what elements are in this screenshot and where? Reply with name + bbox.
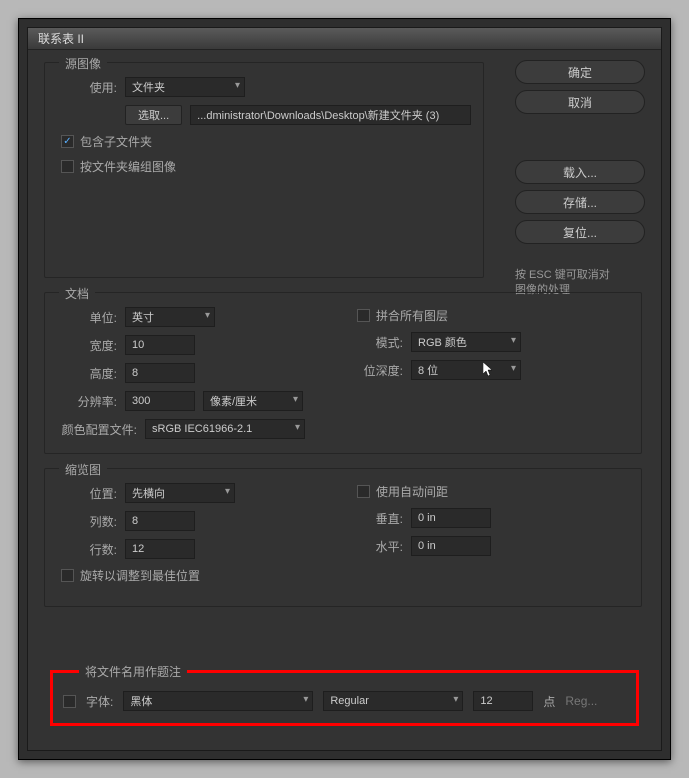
font-select[interactable]: 黑体 — [123, 691, 313, 711]
res-unit-select[interactable]: 像素/厘米 — [203, 391, 303, 411]
profile-label: 颜色配置文件: — [57, 421, 137, 438]
rows-label: 行数: — [57, 541, 117, 558]
depth-label: 位深度: — [353, 362, 403, 379]
place-select[interactable]: 先横向 — [125, 483, 235, 503]
include-sub-label: 包含子文件夹 — [80, 133, 152, 150]
place-label: 位置: — [57, 485, 117, 502]
font-size-unit: 点 — [543, 693, 555, 710]
include-sub-checkbox[interactable] — [61, 135, 74, 148]
unit-label: 单位: — [57, 309, 117, 326]
save-button[interactable]: 存储... — [515, 190, 645, 214]
font-style-select[interactable]: Regular — [323, 691, 463, 711]
source-group: 源图像 使用: 文件夹 选取... ...dministrator\Downlo… — [44, 62, 484, 278]
horz-input[interactable]: 0 in — [411, 536, 491, 556]
auto-space-checkbox[interactable] — [357, 485, 370, 498]
mode-select[interactable]: RGB 颜色 — [411, 332, 521, 352]
profile-select[interactable]: sRGB IEC61966-2.1 — [145, 419, 305, 439]
height-label: 高度: — [57, 365, 117, 382]
browse-button[interactable]: 选取... — [125, 105, 182, 125]
rotate-fit-checkbox[interactable] — [61, 569, 74, 582]
thumb-legend: 缩览图 — [59, 461, 107, 478]
cols-input[interactable]: 8 — [125, 511, 195, 531]
width-input[interactable]: 10 — [125, 335, 195, 355]
res-input[interactable]: 300 — [125, 391, 195, 411]
auto-space-label: 使用自动间距 — [376, 483, 448, 500]
font-extra: Reg... — [565, 694, 597, 708]
dialog-content: 确定 取消 载入... 存储... 复位... 按 ESC 键可取消对 图像的处… — [28, 50, 661, 750]
cols-label: 列数: — [57, 513, 117, 530]
main-panel: 源图像 使用: 文件夹 选取... ...dministrator\Downlo… — [44, 62, 484, 607]
flatten-checkbox[interactable] — [357, 309, 370, 322]
unit-select[interactable]: 英寸 — [125, 307, 215, 327]
caption-checkbox[interactable] — [63, 695, 76, 708]
mode-label: 模式: — [353, 334, 403, 351]
height-input[interactable]: 8 — [125, 363, 195, 383]
use-select[interactable]: 文件夹 — [125, 77, 245, 97]
path-field[interactable]: ...dministrator\Downloads\Desktop\新建文件夹 … — [190, 105, 471, 125]
caption-group: 将文件名用作题注 字体: 黑体 Regular 12 点 Reg... — [50, 670, 639, 726]
res-label: 分辨率: — [57, 393, 117, 410]
reset-button[interactable]: 复位... — [515, 220, 645, 244]
depth-select[interactable]: 8 位 — [411, 360, 521, 380]
cancel-button[interactable]: 取消 — [515, 90, 645, 114]
vert-input[interactable]: 0 in — [411, 508, 491, 528]
use-label: 使用: — [57, 79, 117, 96]
thumb-group: 缩览图 位置: 先横向 列数: 8 行数: — [44, 468, 642, 607]
rows-input[interactable]: 12 — [125, 539, 195, 559]
titlebar[interactable]: 联系表 II — [28, 28, 661, 50]
horz-label: 水平: — [353, 538, 403, 555]
outer-frame: 联系表 II 确定 取消 载入... 存储... 复位... 按 ESC 键可取… — [18, 18, 671, 760]
rotate-fit-label: 旋转以调整到最佳位置 — [80, 567, 200, 584]
font-size-input[interactable]: 12 — [473, 691, 533, 711]
font-label: 字体: — [86, 693, 113, 710]
group-folder-checkbox[interactable] — [61, 160, 74, 173]
side-buttons: 确定 取消 载入... 存储... 复位... 按 ESC 键可取消对 图像的处… — [515, 60, 645, 299]
ok-button[interactable]: 确定 — [515, 60, 645, 84]
vert-label: 垂直: — [353, 510, 403, 527]
document-group: 文档 单位: 英寸 宽度: 10 高度: — [44, 292, 642, 454]
source-legend: 源图像 — [59, 55, 107, 72]
group-folder-label: 按文件夹编组图像 — [80, 158, 176, 175]
window-title: 联系表 II — [38, 30, 84, 47]
document-legend: 文档 — [59, 285, 95, 302]
load-button[interactable]: 载入... — [515, 160, 645, 184]
flatten-label: 拼合所有图层 — [376, 307, 448, 324]
caption-legend: 将文件名用作题注 — [79, 663, 187, 680]
width-label: 宽度: — [57, 337, 117, 354]
dialog-window: 联系表 II 确定 取消 载入... 存储... 复位... 按 ESC 键可取… — [27, 27, 662, 751]
